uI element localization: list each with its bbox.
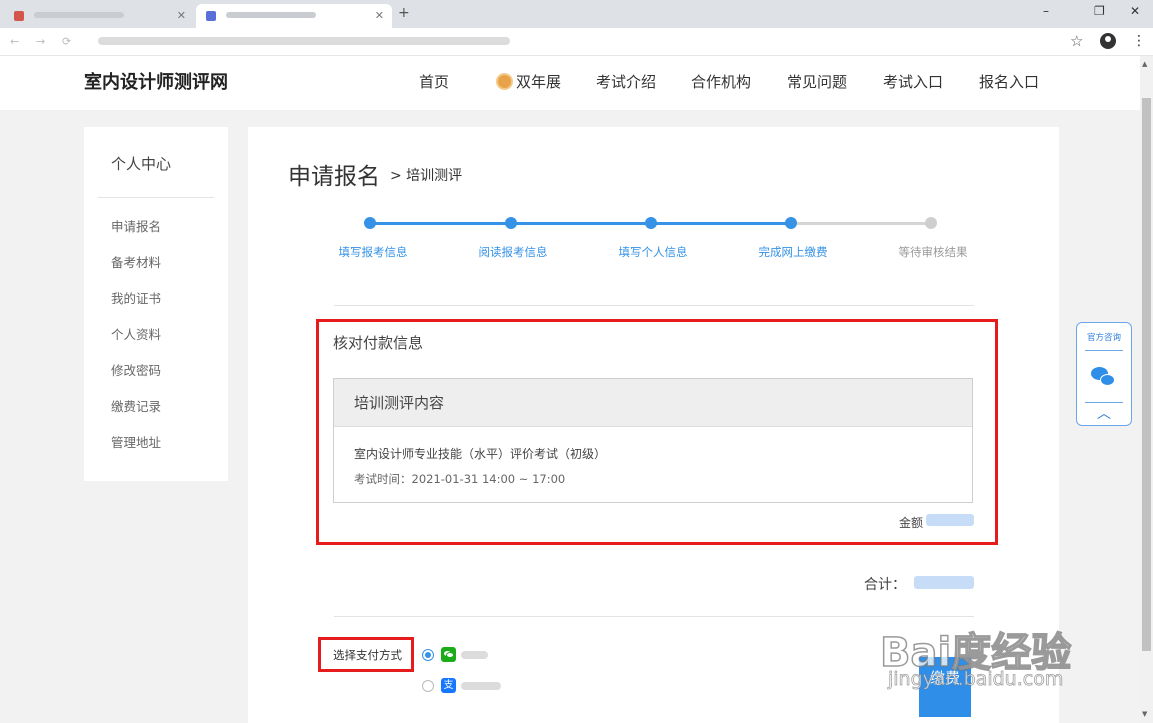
sidebar-item-materials[interactable]: 备考材料 bbox=[111, 252, 161, 271]
nav-biennale-label: 双年展 bbox=[516, 73, 562, 91]
nav-exam-intro[interactable]: 考试介绍 bbox=[596, 71, 656, 92]
sidebar-title: 个人中心 bbox=[111, 155, 172, 173]
sidebar-item-profile[interactable]: 个人资料 bbox=[111, 324, 161, 343]
wechat-pay-radio[interactable] bbox=[422, 649, 434, 661]
step-dot bbox=[645, 217, 657, 229]
sidebar-divider bbox=[98, 197, 214, 198]
address-bar: ← → ⟳ ☆ ⋮ bbox=[0, 28, 1153, 56]
step-label: 完成网上缴费 bbox=[758, 245, 828, 259]
nav-exam-entry[interactable]: 考试入口 bbox=[883, 71, 943, 92]
consult-widget[interactable]: 官方咨询 ︿ bbox=[1076, 322, 1132, 426]
step-label: 阅读报考信息 bbox=[478, 245, 548, 259]
divider bbox=[334, 305, 974, 306]
progress-line-done bbox=[370, 222, 791, 225]
back-button[interactable]: ← bbox=[10, 35, 19, 48]
highlight-box bbox=[318, 637, 414, 672]
page-scrollbar[interactable]: ▲ ▼ bbox=[1140, 56, 1153, 723]
browser-tab[interactable]: ✕ bbox=[4, 4, 194, 28]
step-label: 填写报考信息 bbox=[338, 245, 408, 259]
sidebar-item-payments[interactable]: 缴费记录 bbox=[111, 396, 161, 415]
step-dot bbox=[785, 217, 797, 229]
page-title: 申请报名 bbox=[288, 164, 380, 190]
page-subtitle: > 培训测评 bbox=[390, 168, 463, 184]
divider bbox=[334, 616, 974, 617]
total-label: 合计： bbox=[864, 577, 906, 593]
scroll-thumb[interactable] bbox=[1142, 98, 1151, 651]
tab-close-icon[interactable]: ✕ bbox=[177, 4, 186, 28]
wechat-icon[interactable] bbox=[1091, 367, 1117, 389]
alipay-icon: 支 bbox=[441, 678, 456, 693]
favicon-icon bbox=[14, 11, 24, 21]
step-label-pending: 等待审核结果 bbox=[898, 245, 968, 259]
site-header: 室内设计师测评网 首页 双年展 考试介绍 合作机构 常见问题 考试入口 报名入口 bbox=[0, 56, 1140, 110]
nav-registration[interactable]: 报名入口 bbox=[979, 71, 1039, 92]
bookmark-star-icon[interactable]: ☆ bbox=[1070, 32, 1083, 50]
browser-tab-bar: ✕ ✕ + – ❐ ✕ bbox=[0, 0, 1153, 28]
alipay-radio[interactable] bbox=[422, 680, 434, 692]
sidebar-item-certificates[interactable]: 我的证书 bbox=[111, 288, 161, 307]
highlight-box bbox=[316, 319, 998, 545]
profile-icon[interactable] bbox=[1100, 33, 1116, 49]
window-close-button[interactable]: ✕ bbox=[1130, 4, 1140, 18]
restore-button[interactable]: ❐ bbox=[1094, 4, 1105, 18]
scroll-down-icon[interactable]: ▼ bbox=[1142, 710, 1147, 718]
nav-faq[interactable]: 常见问题 bbox=[787, 71, 847, 92]
scroll-up-icon[interactable]: ▲ bbox=[1142, 60, 1147, 68]
nav-partners[interactable]: 合作机构 bbox=[691, 71, 751, 92]
site-logo[interactable]: 室内设计师测评网 bbox=[84, 68, 228, 94]
sidebar: 个人中心 申请报名 备考材料 我的证书 个人资料 修改密码 缴费记录 管理地址 bbox=[84, 127, 228, 481]
progress-line-pending bbox=[791, 222, 931, 225]
total-value-blurred bbox=[914, 576, 974, 589]
step-dot bbox=[505, 217, 517, 229]
alipay-label-blurred bbox=[461, 682, 501, 690]
wechat-pay-icon bbox=[441, 647, 456, 662]
browser-tab-active[interactable]: ✕ bbox=[196, 4, 392, 28]
step-label: 填写个人信息 bbox=[618, 245, 688, 259]
nav-biennale[interactable]: 双年展 bbox=[496, 71, 561, 92]
reload-button[interactable]: ⟳ bbox=[62, 35, 71, 48]
minimize-button[interactable]: – bbox=[1043, 4, 1049, 18]
tab-title-blurred bbox=[226, 12, 316, 18]
sidebar-item-password[interactable]: 修改密码 bbox=[111, 360, 161, 379]
wechat-pay-label-blurred bbox=[461, 651, 488, 659]
nav-home[interactable]: 首页 bbox=[419, 71, 449, 92]
tab-title-blurred bbox=[34, 12, 124, 18]
step-dot bbox=[364, 217, 376, 229]
new-tab-button[interactable]: + bbox=[398, 5, 410, 21]
favicon-icon bbox=[206, 11, 216, 21]
biennale-icon bbox=[496, 73, 513, 90]
browser-menu-icon[interactable]: ⋮ bbox=[1132, 33, 1146, 49]
sidebar-item-apply[interactable]: 申请报名 bbox=[111, 216, 161, 235]
sidebar-item-addresses[interactable]: 管理地址 bbox=[111, 432, 161, 451]
forward-button[interactable]: → bbox=[36, 35, 45, 48]
watermark-url: jingyan.baidu.com bbox=[888, 668, 1064, 691]
consult-divider bbox=[1085, 350, 1123, 351]
back-to-top-icon[interactable]: ︿ bbox=[1077, 403, 1131, 423]
url-field-blurred[interactable] bbox=[98, 37, 510, 45]
tab-close-icon[interactable]: ✕ bbox=[375, 4, 384, 28]
step-dot-pending bbox=[925, 217, 937, 229]
consult-label: 官方咨询 bbox=[1086, 333, 1121, 343]
